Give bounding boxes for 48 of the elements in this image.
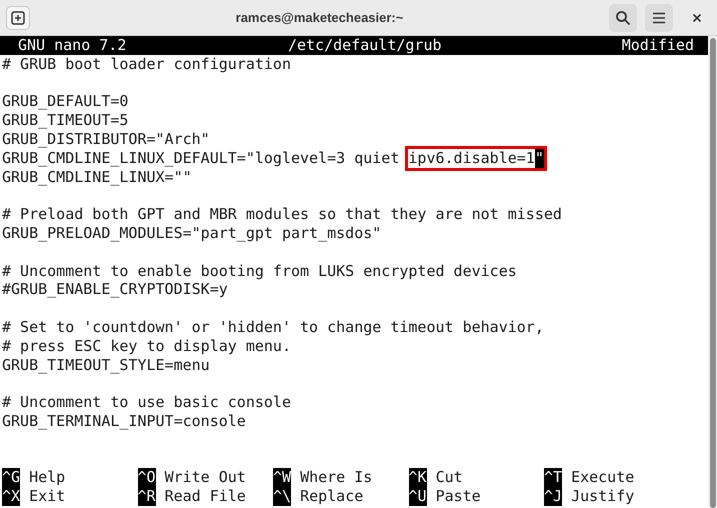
shortcut-key: ^K: [408, 468, 427, 488]
menu-button[interactable]: [645, 4, 673, 32]
shortcut-label: Read File: [164, 487, 246, 506]
menu-icon: [652, 12, 666, 24]
shortcut-label: Paste: [436, 487, 481, 506]
code-line: GRUB_TIMEOUT_STYLE=menu: [2, 356, 210, 374]
window-title: ramces@maketecheasier:~: [236, 10, 404, 24]
shortcut-key: ^\: [273, 487, 292, 506]
shortcut-label: Where Is: [300, 468, 372, 488]
shortcut-key: ^W: [273, 468, 292, 488]
shortcut-key: ^O: [138, 468, 156, 488]
code-line: # GRUB boot loader configuration: [2, 54, 291, 73]
shortcut-key: ^J: [544, 487, 562, 506]
close-icon: [692, 12, 702, 22]
code-line: # Set to 'countdown' or 'hidden' to change timeout behavior,: [2, 318, 544, 336]
shortcut-label: Cut: [436, 468, 463, 488]
code-line: # Uncomment to use basic console: [2, 393, 291, 412]
shortcut-label: Replace: [300, 487, 364, 506]
file-path: /etc/default/grub: [288, 36, 443, 55]
shortcut-key: ^R: [138, 487, 156, 506]
code-line: #GRUB_ENABLE_CRYPTODISK=y: [2, 280, 228, 298]
code-line: # Uncomment to enable booting from LUKS encrypted devices: [2, 262, 517, 280]
code-line: GRUB_TERMINAL_INPUT=console: [2, 412, 246, 430]
code-line: # Preload both GPT and MBR modules so that they are not missed: [2, 205, 562, 224]
modified-status: Modified: [622, 36, 694, 55]
search-icon: [615, 10, 631, 26]
shortcut-label: Help: [29, 468, 66, 488]
text-cursor: ": [534, 148, 544, 168]
code-line: GRUB_TIMEOUT=5: [2, 111, 128, 130]
editor-version: GNU nano 7.2: [18, 36, 128, 55]
code-line: GRUB_CMDLINE_LINUX_DEFAULT="loglevel=3 quiet: [2, 148, 400, 168]
code-line: GRUB_DISTRIBUTOR="Arch": [2, 130, 210, 148]
shortcut-label: Justify: [571, 487, 634, 506]
highlight-box: ipv6.disable=1": [408, 148, 544, 168]
plus-icon: [11, 10, 25, 24]
shortcut-key: ^U: [408, 487, 427, 506]
shortcut-key: ^G: [2, 468, 20, 488]
shortcut-key: ^T: [544, 468, 562, 488]
shortcut-label: Execute: [571, 468, 634, 488]
new-tab-button[interactable]: [6, 6, 30, 30]
shortcut-label: Write Out: [164, 468, 246, 488]
shortcut-key: ^X: [2, 487, 20, 506]
code-line: # press ESC key to display menu.: [2, 336, 291, 355]
shortcut-label: Exit: [29, 487, 66, 506]
code-line: GRUB_CMDLINE_LINUX="": [2, 168, 192, 186]
code-line: GRUB_DEFAULT=0: [2, 92, 128, 110]
code-line: GRUB_PRELOAD_MODULES="part_gpt part_msdos": [2, 224, 382, 242]
search-button[interactable]: [609, 4, 637, 32]
